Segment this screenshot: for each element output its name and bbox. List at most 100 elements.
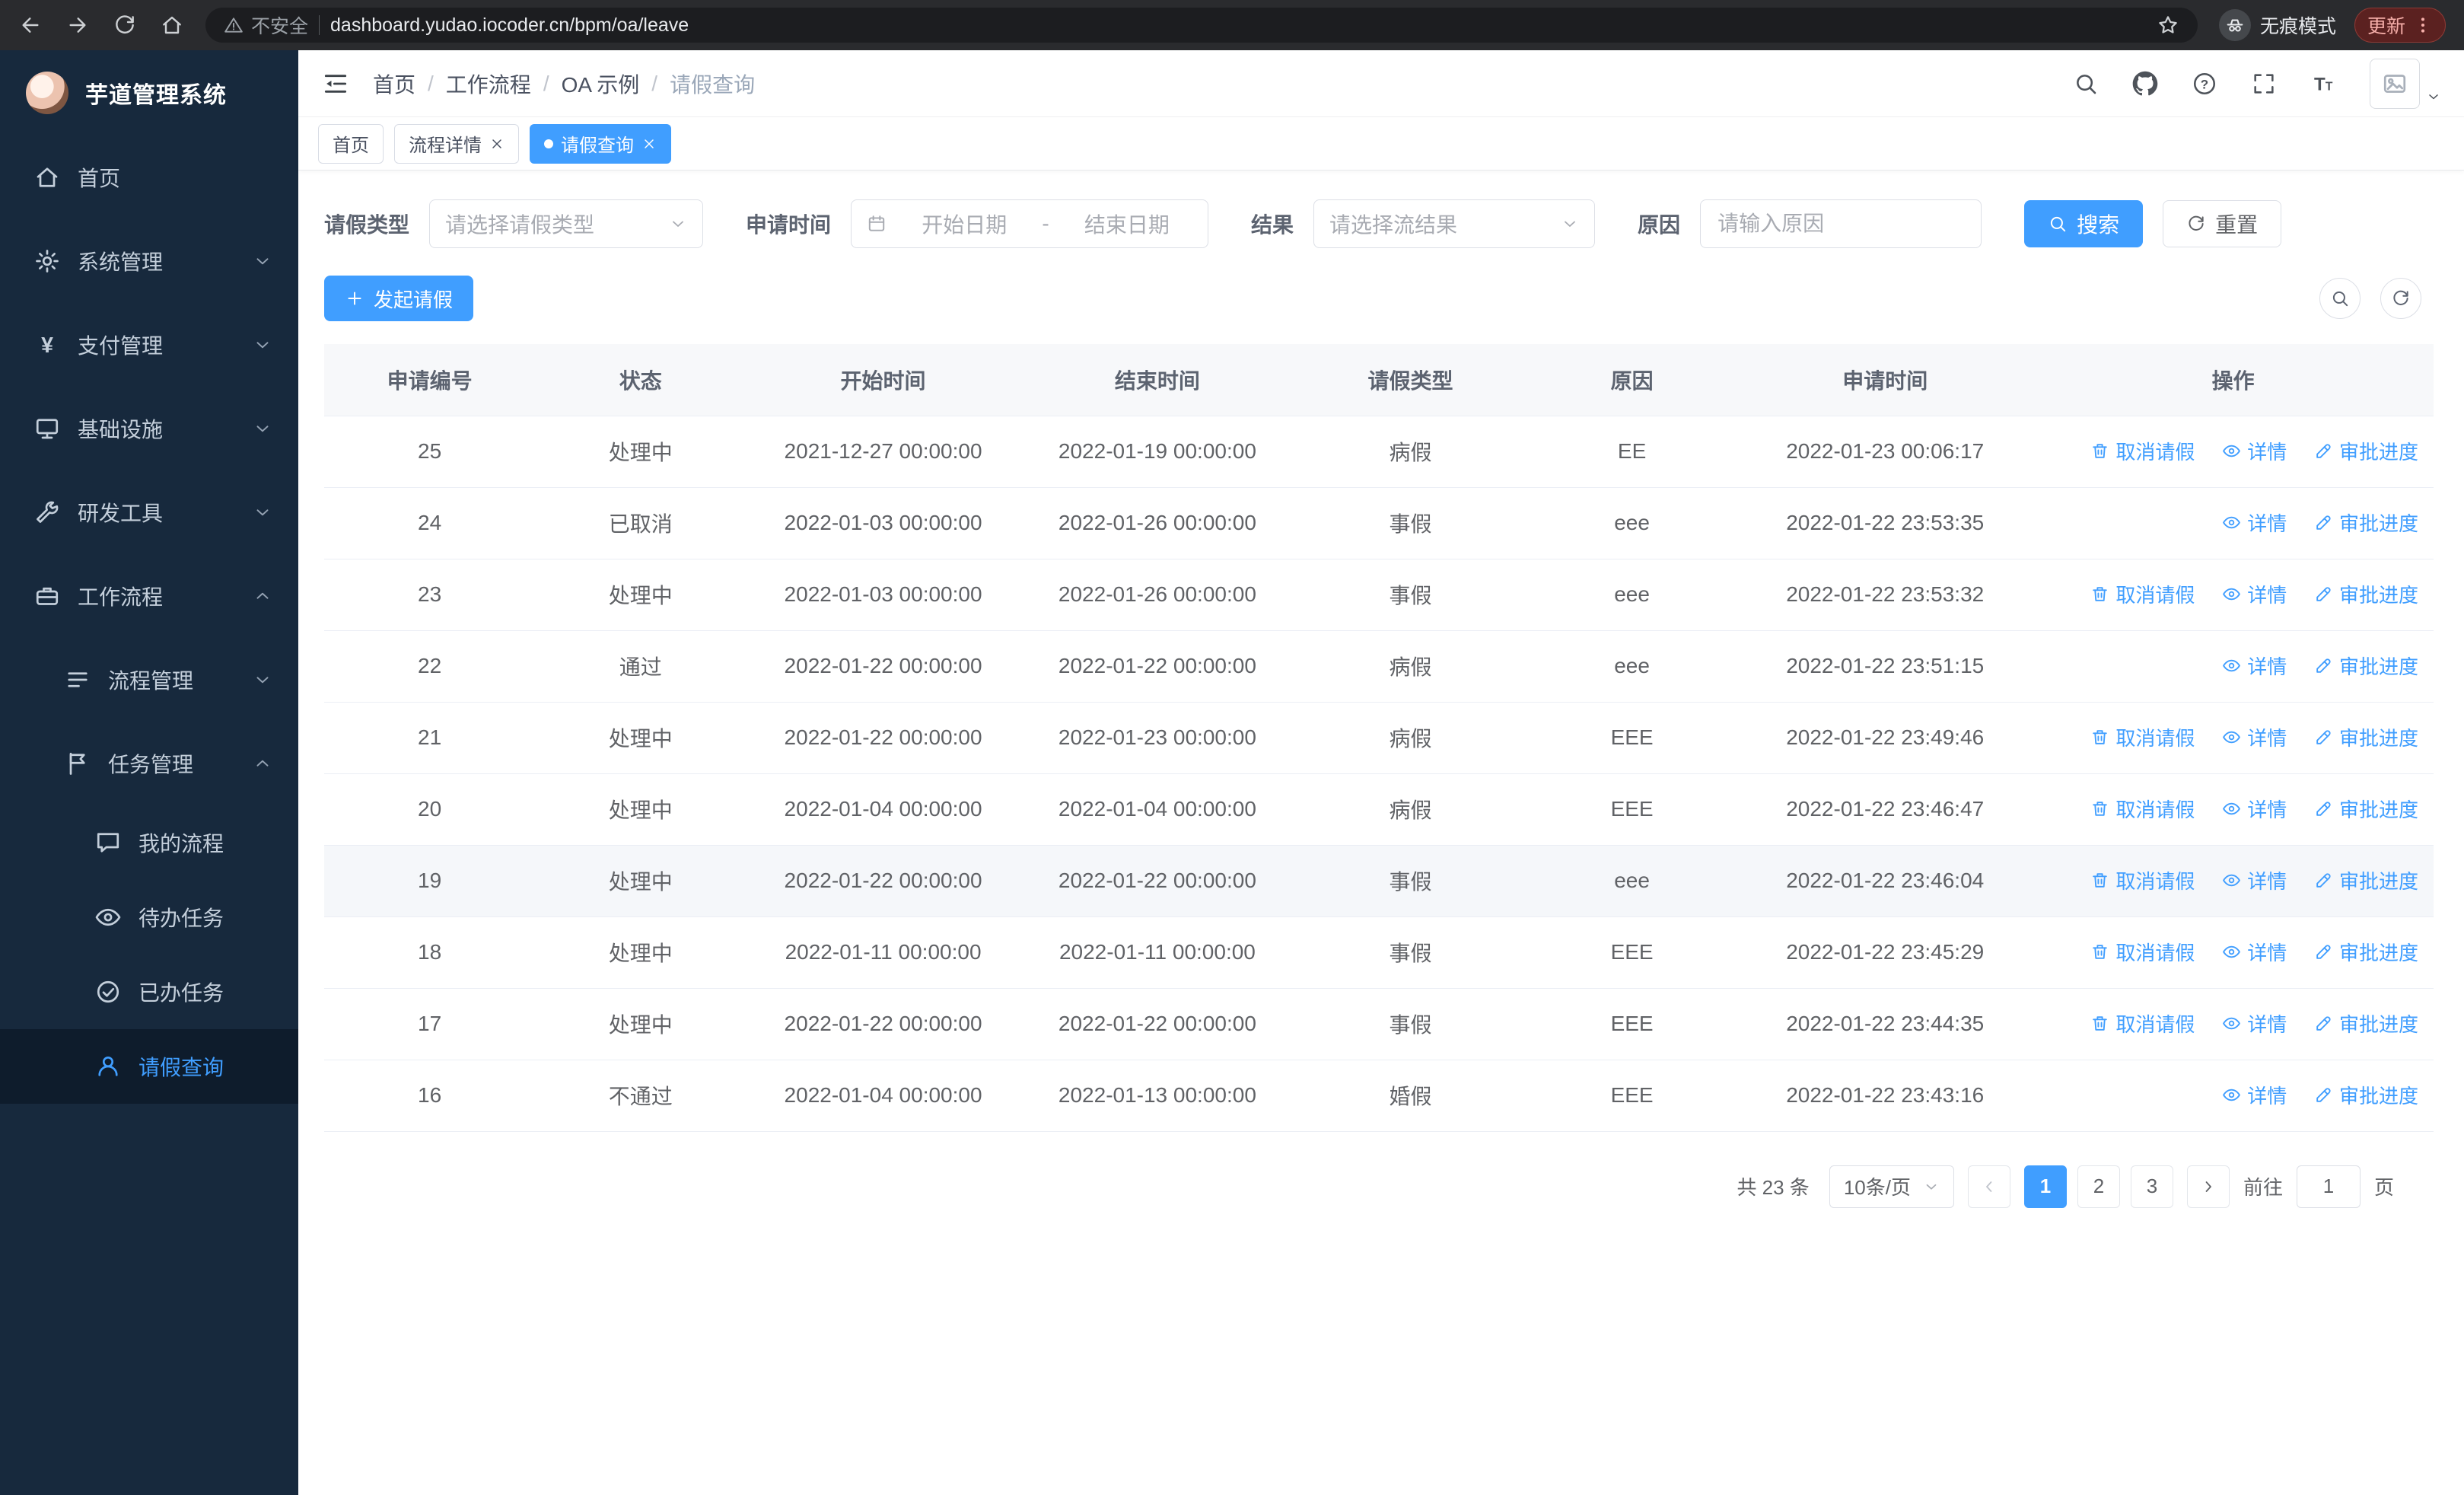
approval-progress-link[interactable]: 审批进度 xyxy=(2314,1081,2418,1109)
page-buttons: 123 xyxy=(2023,1165,2173,1208)
reload-button[interactable] xyxy=(113,13,137,37)
detail-link[interactable]: 详情 xyxy=(2222,652,2287,680)
page-number-button[interactable]: 3 xyxy=(2130,1165,2173,1208)
cancel-leave-link[interactable]: 取消请假 xyxy=(2090,1009,2195,1038)
table-search-toggle-button[interactable] xyxy=(2319,278,2361,319)
tab-tag[interactable]: 首页 xyxy=(318,123,384,164)
detail-link[interactable]: 详情 xyxy=(2222,938,2287,966)
sidebar-menu-item[interactable]: 工作流程 xyxy=(0,554,298,638)
chevron-icon xyxy=(253,586,272,606)
approval-progress-link[interactable]: 审批进度 xyxy=(2314,723,2418,751)
cell-leave-type: 事假 xyxy=(1294,845,1526,917)
more-menu-icon[interactable] xyxy=(2413,15,2433,35)
github-icon[interactable] xyxy=(2132,71,2158,97)
sidebar-menu-item[interactable]: 基础设施 xyxy=(0,387,298,470)
tab-tag[interactable]: 请假查询 xyxy=(530,123,671,164)
breadcrumb-item[interactable]: OA 示例 / xyxy=(562,69,670,99)
fullscreen-button[interactable] xyxy=(2251,71,2277,97)
detail-link[interactable]: 详情 xyxy=(2222,723,2287,751)
sidebar-menu-item[interactable]: 首页 xyxy=(0,135,298,219)
browser-update-button[interactable]: 更新 xyxy=(2354,8,2446,43)
incognito-icon xyxy=(2224,14,2246,36)
page-number-button[interactable]: 1 xyxy=(2023,1165,2067,1208)
breadcrumb-item[interactable]: 工作流程 / xyxy=(446,69,562,99)
page-size-select[interactable]: 10条/页 xyxy=(1829,1165,1954,1208)
detail-link[interactable]: 详情 xyxy=(2222,437,2287,465)
detail-link[interactable]: 详情 xyxy=(2222,866,2287,894)
browser-home-button[interactable] xyxy=(160,13,184,37)
approval-progress-link[interactable]: 审批进度 xyxy=(2314,508,2418,537)
help-icon[interactable] xyxy=(2192,71,2217,97)
cell-apply-time: 2022-01-22 23:51:15 xyxy=(1737,630,2033,703)
sidebar-leaf-item[interactable]: 待办任务 xyxy=(0,880,298,955)
reason-input[interactable] xyxy=(1700,199,1982,248)
breadcrumb-item[interactable]: 首页 / xyxy=(373,69,446,99)
next-page-button[interactable] xyxy=(2186,1165,2230,1208)
cancel-leave-link[interactable]: 取消请假 xyxy=(2090,938,2195,966)
address-bar[interactable]: 不安全 dashboard.yudao.iocoder.cn/bpm/oa/le… xyxy=(205,8,2198,43)
detail-link[interactable]: 详情 xyxy=(2222,795,2287,823)
cell-leave-type: 病假 xyxy=(1294,773,1526,846)
cancel-leave-link[interactable]: 取消请假 xyxy=(2090,795,2195,823)
tab-tag[interactable]: 流程详情 xyxy=(394,123,519,164)
detail-link[interactable]: 详情 xyxy=(2222,1081,2287,1109)
cell-apply-time: 2022-01-22 23:53:32 xyxy=(1737,559,2033,631)
approval-progress-link[interactable]: 审批进度 xyxy=(2314,1009,2418,1038)
edit-icon xyxy=(2314,656,2333,675)
detail-link[interactable]: 详情 xyxy=(2222,580,2287,608)
approval-progress-link[interactable]: 审批进度 xyxy=(2314,938,2418,966)
detail-link[interactable]: 详情 xyxy=(2222,1009,2287,1038)
user-avatar-menu[interactable] xyxy=(2370,58,2441,109)
sidebar-leaf-item[interactable]: 已办任务 xyxy=(0,955,298,1029)
cancel-leave-link[interactable]: 取消请假 xyxy=(2090,723,2195,751)
sidebar-leaf-item[interactable]: 请假查询 xyxy=(0,1029,298,1104)
create-leave-button[interactable]: 发起请假 xyxy=(324,276,474,321)
search-button[interactable]: 搜索 xyxy=(2024,200,2144,247)
forward-button[interactable] xyxy=(65,13,90,37)
sidebar-submenu-item[interactable]: 任务管理 xyxy=(0,722,298,805)
cell-reason: EE xyxy=(1526,416,1738,488)
sidebar-menu-item[interactable]: 研发工具 xyxy=(0,470,298,554)
back-button[interactable] xyxy=(18,13,43,37)
apply-time-range-picker[interactable]: 开始日期 - 结束日期 xyxy=(851,199,1209,248)
column-header: 结束时间 xyxy=(1020,344,1295,416)
detail-link[interactable]: 详情 xyxy=(2222,508,2287,537)
approval-progress-link[interactable]: 审批进度 xyxy=(2314,437,2418,465)
breadcrumb-item[interactable]: 请假查询/ xyxy=(670,69,755,99)
cell-reason: eee xyxy=(1526,845,1738,917)
cell-reason: EEE xyxy=(1526,773,1738,846)
sidebar-menu-item[interactable]: 系统管理 xyxy=(0,219,298,303)
sidebar-leaf-item[interactable]: 我的流程 xyxy=(0,805,298,880)
table-row: 16 不通过 2022-01-04 00:00:00 2022-01-13 00… xyxy=(324,1060,2434,1132)
cancel-leave-link[interactable]: 取消请假 xyxy=(2090,580,2195,608)
header-search-button[interactable] xyxy=(2073,71,2099,97)
close-icon[interactable] xyxy=(489,136,505,151)
approval-progress-link[interactable]: 审批进度 xyxy=(2314,652,2418,680)
search-icon xyxy=(2048,214,2068,234)
top-header: 首页/ 工作流程/ OA 示例/ 请假查询/ xyxy=(298,50,2464,117)
bookmark-star-icon[interactable] xyxy=(2157,14,2179,37)
table-refresh-button[interactable] xyxy=(2380,278,2421,319)
font-size-button[interactable] xyxy=(2310,71,2336,97)
eye-icon xyxy=(2222,1085,2241,1105)
menu-item-icon xyxy=(94,904,122,931)
leave-type-select[interactable]: 请选择请假类型 xyxy=(429,199,704,248)
cancel-leave-link[interactable]: 取消请假 xyxy=(2090,866,2195,894)
approval-progress-link[interactable]: 审批进度 xyxy=(2314,866,2418,894)
avatar[interactable] xyxy=(2370,58,2420,109)
goto-page-input[interactable] xyxy=(2296,1165,2361,1208)
breadcrumb-separator: / xyxy=(428,71,434,95)
cancel-leave-link[interactable]: 取消请假 xyxy=(2090,437,2195,465)
reset-button[interactable]: 重置 xyxy=(2163,200,2282,247)
security-indicator[interactable]: 不安全 xyxy=(224,11,308,39)
sidebar-menu-item[interactable]: 支付管理 xyxy=(0,303,298,387)
sidebar-collapse-button[interactable] xyxy=(321,69,350,98)
sidebar-submenu-item[interactable]: 流程管理 xyxy=(0,638,298,722)
app-logo[interactable]: 芋道管理系统 xyxy=(0,50,298,135)
approval-progress-link[interactable]: 审批进度 xyxy=(2314,580,2418,608)
page-number-button[interactable]: 2 xyxy=(2077,1165,2120,1208)
close-icon[interactable] xyxy=(641,136,657,151)
approval-progress-link[interactable]: 审批进度 xyxy=(2314,795,2418,823)
prev-page-button[interactable] xyxy=(1967,1165,2010,1208)
result-select[interactable]: 请选择流结果 xyxy=(1313,199,1596,248)
